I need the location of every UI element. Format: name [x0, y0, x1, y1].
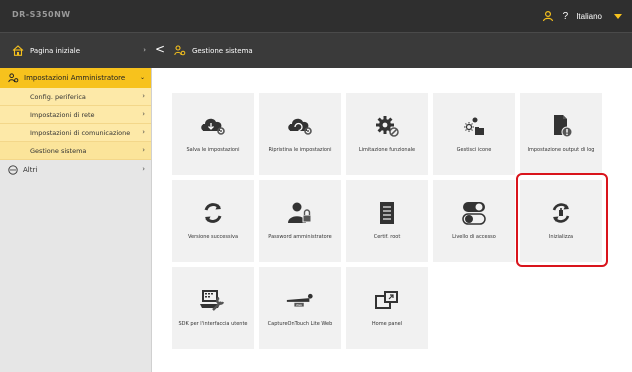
- sdk-icon: [198, 287, 228, 313]
- tile-label: Salva le impostazioni: [186, 147, 240, 153]
- home-icon: [12, 45, 24, 56]
- chevron-right-icon: ›: [142, 146, 145, 154]
- language-selector[interactable]: Italiano: [576, 12, 602, 21]
- manage-icons-icon: [459, 113, 489, 139]
- tile-access-level[interactable]: Livello di accesso: [433, 180, 515, 262]
- tile-captureontouch-web[interactable]: Web CaptureOnTouch Lite Web: [259, 267, 341, 349]
- sidebar-item-communication[interactable]: Impostazioni di comunicazione ›: [0, 124, 151, 142]
- tile-label: Impostazione output di log: [527, 147, 595, 153]
- device-name: DR-S350NW: [12, 10, 71, 19]
- tile-manage-icons[interactable]: Gestisci icone: [433, 93, 515, 175]
- tile-label: Livello di accesso: [452, 234, 496, 240]
- tile-restore-settings[interactable]: Ripristina le impostazioni: [259, 93, 341, 175]
- cloud-restore-icon: [285, 113, 315, 139]
- chevron-down-icon: ⌄: [139, 74, 145, 81]
- tile-ui-sdk[interactable]: SDK per l'interfaccia utente: [172, 267, 254, 349]
- highlight-frame: [516, 173, 608, 267]
- sidebar-item-label: Gestione sistema: [30, 146, 87, 155]
- tile-label: Password amministratore: [268, 234, 332, 240]
- breadcrumb-current: Gestione sistema: [174, 33, 253, 68]
- user-icon[interactable]: [541, 9, 555, 23]
- admin-settings-icon: [8, 73, 19, 83]
- tile-home-panel[interactable]: Home panel: [346, 267, 428, 349]
- admin-password-icon: [285, 200, 315, 226]
- tile-admin-password[interactable]: Password amministratore: [259, 180, 341, 262]
- home-link[interactable]: Pagina iniziale ›: [0, 33, 152, 68]
- tile-log-output[interactable]: Impostazione output di log: [520, 93, 602, 175]
- tile-save-settings[interactable]: Salva le impostazioni: [172, 93, 254, 175]
- sidebar-item-label: Impostazioni di rete: [30, 110, 95, 119]
- sidebar-item-network[interactable]: Impostazioni di rete ›: [0, 106, 151, 124]
- capture-web-icon: Web: [285, 287, 315, 313]
- admin-settings-icon: [174, 45, 186, 56]
- tile-next-version[interactable]: Versione successiva: [172, 180, 254, 262]
- sidebar-item-label: Altri: [23, 166, 38, 174]
- sidebar-item-label: Config. periferica: [30, 92, 86, 101]
- help-icon[interactable]: ?: [563, 11, 569, 22]
- update-icon: [198, 200, 228, 226]
- tile-label: Certif. root: [373, 234, 401, 240]
- tile-functional-limitation[interactable]: Limitazione funzionale: [346, 93, 428, 175]
- top-right-controls: ? Italiano: [541, 0, 626, 32]
- tile-label: Ripristina le impostazioni: [268, 147, 332, 153]
- breadcrumb-bar: Pagina iniziale › < Gestione sistema: [0, 32, 632, 68]
- top-bar: DR-S350NW ? Italiano: [0, 0, 632, 32]
- more-icon: [8, 165, 18, 175]
- tile-label: Versione successiva: [187, 234, 239, 240]
- chevron-right-icon: ›: [143, 46, 146, 54]
- chevron-right-icon: ›: [142, 92, 145, 100]
- sidebar-item-system-management[interactable]: Gestione sistema ›: [0, 142, 151, 160]
- tile-root-certificate[interactable]: Certif. root: [346, 180, 428, 262]
- cloud-save-icon: [198, 113, 228, 139]
- sidebar-section-label: Impostazioni Amministratore: [24, 74, 126, 82]
- certificate-icon: [372, 200, 402, 226]
- log-output-icon: [546, 113, 576, 139]
- tile-label: SDK per l'interfaccia utente: [178, 321, 248, 327]
- toggle-access-icon: [459, 200, 489, 226]
- sidebar: Impostazioni Amministratore ⌄ Config. pe…: [0, 68, 152, 372]
- sidebar-item-label: Impostazioni di comunicazione: [30, 128, 131, 137]
- tile-label: Limitazione funzionale: [358, 147, 416, 153]
- sidebar-section-admin[interactable]: Impostazioni Amministratore ⌄: [0, 68, 151, 88]
- back-button[interactable]: <: [155, 42, 165, 56]
- tile-label: CaptureOnTouch Lite Web: [267, 321, 333, 327]
- svg-text:Web: Web: [296, 303, 302, 307]
- home-panel-icon: [372, 287, 402, 313]
- tile-label: Home panel: [371, 321, 403, 327]
- sidebar-item-device-config[interactable]: Config. periferica ›: [0, 88, 151, 106]
- chevron-down-icon[interactable]: [614, 13, 622, 19]
- chevron-right-icon: ›: [142, 165, 145, 173]
- chevron-right-icon: ›: [142, 110, 145, 118]
- tile-label: Gestisci icone: [456, 147, 492, 153]
- home-label: Pagina iniziale: [30, 46, 81, 55]
- chevron-right-icon: ›: [142, 128, 145, 136]
- gear-restrict-icon: [372, 113, 402, 139]
- page-title: Gestione sistema: [192, 46, 253, 55]
- sidebar-item-other[interactable]: Altri ›: [0, 160, 151, 180]
